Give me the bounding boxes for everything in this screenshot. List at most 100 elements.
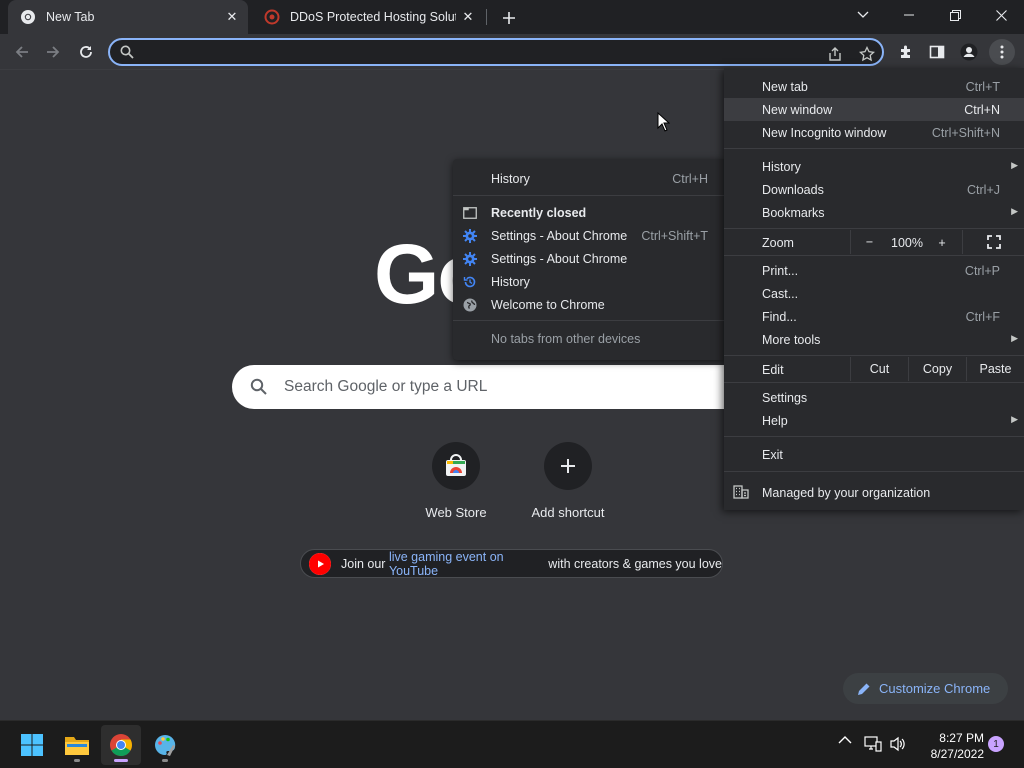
gear-icon — [462, 251, 478, 267]
extensions-icon[interactable] — [893, 39, 919, 65]
divider — [724, 228, 1024, 229]
minimize-icon — [904, 14, 914, 16]
zoom-in-button[interactable]: + — [926, 236, 958, 250]
side-panel-icon[interactable] — [924, 39, 950, 65]
running-indicator — [74, 759, 80, 762]
shortcut-web-store[interactable]: Web Store — [400, 442, 512, 520]
menu-item-find[interactable]: Find... Ctrl+F — [724, 305, 1024, 328]
search-icon — [120, 45, 134, 62]
close-tab-icon[interactable]: ✕ — [456, 5, 480, 29]
recent-item-settings-about[interactable]: Settings - About Chrome — [453, 247, 724, 270]
menu-item-new-incognito[interactable]: New Incognito window Ctrl+Shift+N — [724, 121, 1024, 144]
tab-ddos-hosting[interactable]: DDoS Protected Hosting Solution ✕ — [252, 0, 484, 34]
start-icon — [21, 734, 43, 756]
chrome-menu-button[interactable] — [989, 39, 1015, 65]
kebab-menu-icon — [1000, 45, 1004, 59]
tab-new-tab[interactable]: New Tab ✕ — [8, 0, 248, 34]
tab-search-button[interactable] — [840, 0, 886, 30]
menu-item-managed[interactable]: Managed by your organization — [724, 481, 1024, 504]
menu-item-history[interactable]: History ▶ — [724, 155, 1024, 178]
globe-icon — [462, 297, 478, 313]
running-indicator — [162, 759, 168, 762]
start-button[interactable] — [12, 725, 52, 765]
menu-item-new-tab[interactable]: New tab Ctrl+T — [724, 75, 1024, 98]
taskbar-file-explorer[interactable] — [57, 725, 97, 765]
ntp-search-box[interactable]: Search Google or type a URL — [232, 365, 792, 409]
promo-link[interactable]: live gaming event on YouTube — [389, 550, 545, 578]
copy-button[interactable]: Copy — [908, 357, 966, 381]
recent-item-welcome[interactable]: Welcome to Chrome — [453, 293, 724, 316]
chrome-icon — [110, 734, 132, 756]
taskbar: 8:27 PM 8/27/2022 — [0, 720, 1024, 768]
new-tab-button[interactable] — [496, 5, 522, 31]
back-arrow-icon — [15, 46, 28, 58]
divider — [724, 355, 1024, 356]
restore-button[interactable] — [932, 0, 978, 30]
taskbar-paint[interactable] — [145, 725, 185, 765]
plus-icon — [544, 442, 592, 490]
promo-banner[interactable]: Join our live gaming event on YouTube wi… — [300, 549, 723, 578]
menu-item-exit[interactable]: Exit — [724, 443, 1024, 466]
chevron-down-icon — [857, 11, 869, 18]
chrome-icon — [20, 9, 36, 25]
forward-button[interactable] — [38, 37, 68, 67]
volume-icon[interactable] — [889, 736, 907, 752]
divider — [724, 471, 1024, 472]
tab-title: New Tab — [46, 10, 95, 24]
no-tabs-other-devices: No tabs from other devices — [491, 332, 641, 346]
submenu-arrow-icon: ▶ — [1011, 333, 1018, 343]
notification-badge[interactable]: 1 — [988, 736, 1004, 752]
tab-window-icon — [462, 205, 478, 221]
chrome-main-menu: New tab Ctrl+T New window Ctrl+N New Inc… — [724, 68, 1024, 510]
shortcut-add[interactable]: Add shortcut — [512, 442, 624, 520]
fullscreen-button[interactable] — [962, 230, 1024, 254]
taskbar-chrome[interactable] — [101, 725, 141, 765]
cut-button[interactable]: Cut — [850, 357, 908, 381]
recent-item-history[interactable]: History — [453, 270, 724, 293]
menu-item-cast[interactable]: Cast... — [724, 282, 1024, 305]
menu-item-new-window[interactable]: New window Ctrl+N — [724, 98, 1024, 121]
close-tab-icon[interactable]: ✕ — [220, 5, 244, 29]
divider — [724, 382, 1024, 383]
shortcut-label: Add shortcut — [531, 505, 605, 520]
menu-item-print[interactable]: Print... Ctrl+P — [724, 259, 1024, 282]
minimize-button[interactable] — [886, 0, 932, 30]
menu-item-more-tools[interactable]: More tools ▶ — [724, 328, 1024, 351]
reload-button[interactable] — [71, 37, 101, 67]
submenu-history[interactable]: History Ctrl+H — [453, 167, 724, 190]
menu-item-bookmarks[interactable]: Bookmarks ▶ — [724, 201, 1024, 224]
tab-strip: New Tab ✕ DDoS Protected Hosting Solutio… — [0, 0, 1024, 34]
paint-icon — [155, 734, 176, 756]
show-hidden-icons-button[interactable] — [838, 735, 852, 745]
address-bar[interactable] — [108, 38, 884, 66]
submenu-arrow-icon: ▶ — [1011, 160, 1018, 170]
recent-item-settings-about[interactable]: Settings - About Chrome Ctrl+Shift+T — [453, 224, 724, 247]
menu-item-help[interactable]: Help ▶ — [724, 409, 1024, 432]
profile-avatar-icon[interactable] — [956, 39, 982, 65]
history-submenu: History Ctrl+H Recently closed Settings … — [453, 159, 724, 360]
zoom-out-button[interactable]: − — [850, 230, 888, 254]
paste-button[interactable]: Paste — [966, 357, 1024, 381]
menu-item-settings[interactable]: Settings — [724, 386, 1024, 409]
menu-item-downloads[interactable]: Downloads Ctrl+J — [724, 178, 1024, 201]
address-input[interactable] — [142, 43, 802, 61]
site-favicon-icon — [264, 9, 280, 25]
edit-row: Edit Cut Copy Paste — [724, 357, 1024, 381]
building-icon — [733, 485, 751, 501]
forward-arrow-icon — [47, 46, 60, 58]
history-icon — [462, 274, 478, 290]
tab-title: DDoS Protected Hosting Solution — [290, 10, 456, 24]
network-icon[interactable] — [864, 736, 882, 752]
submenu-arrow-icon: ▶ — [1011, 414, 1018, 424]
search-icon — [250, 378, 268, 399]
back-button[interactable] — [7, 37, 37, 67]
zoom-row: Zoom − 100% + — [724, 230, 1024, 254]
plus-icon — [503, 12, 515, 24]
customize-chrome-button[interactable]: Customize Chrome — [843, 673, 1008, 704]
bookmark-star-icon[interactable] — [856, 43, 878, 65]
recently-closed-heading: Recently closed — [453, 201, 724, 224]
taskbar-clock[interactable]: 8:27 PM 8/27/2022 — [918, 730, 984, 762]
close-window-button[interactable] — [978, 0, 1024, 30]
tab-separator — [486, 9, 487, 25]
share-icon[interactable] — [824, 43, 846, 65]
